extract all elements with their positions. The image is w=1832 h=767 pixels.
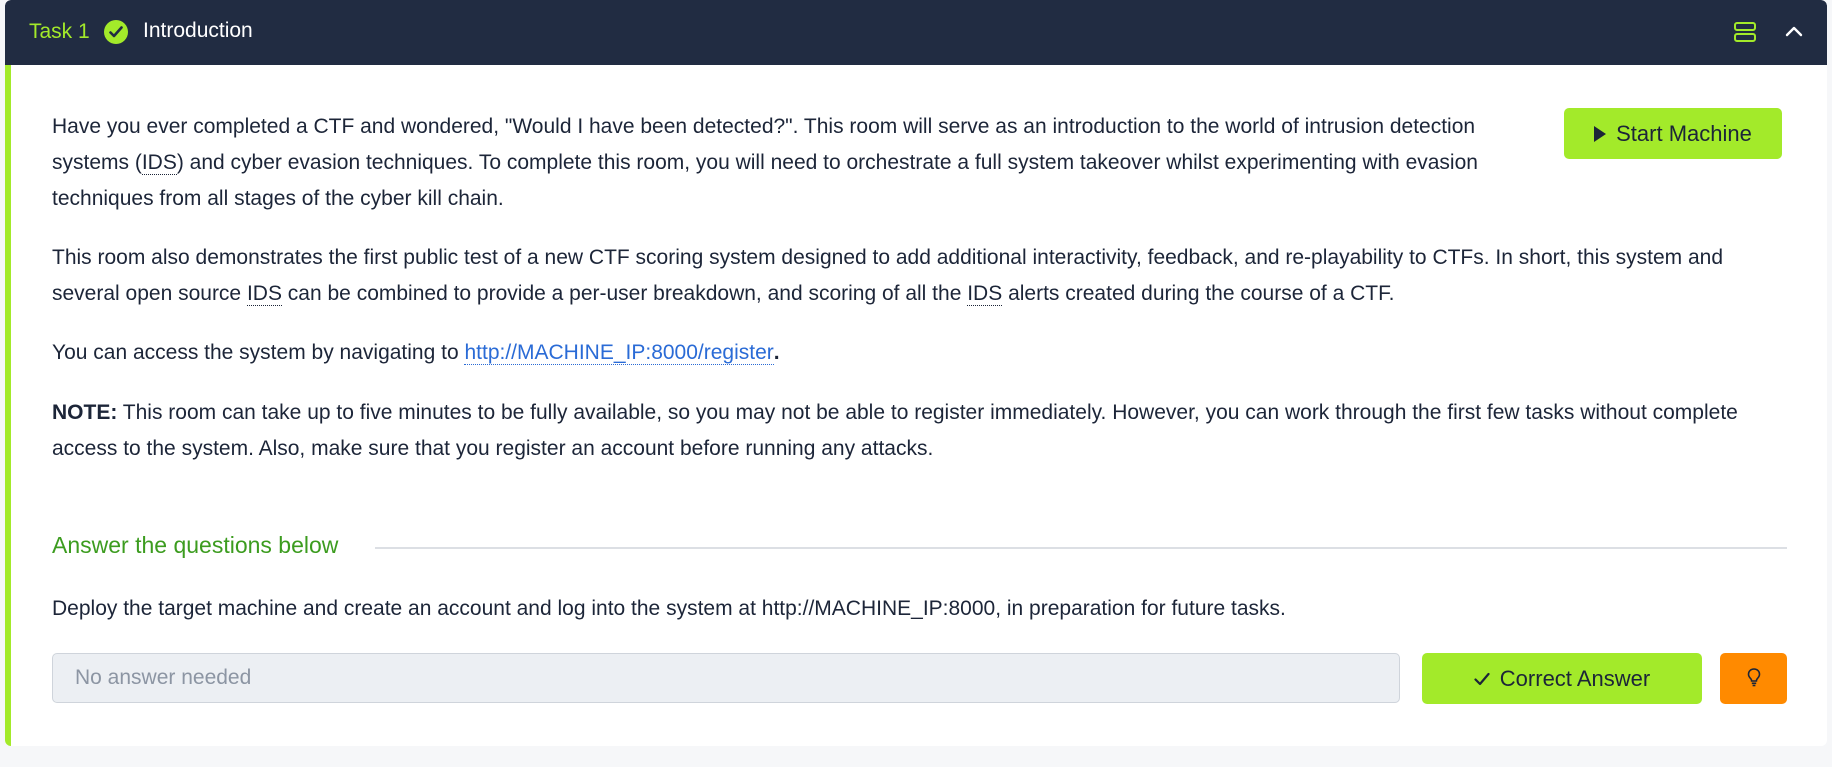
correct-answer-button[interactable]: Correct Answer [1422,653,1702,704]
task-card: Task 1 Introduction Start Machine Have y… [5,0,1827,746]
note-text: This room can take up to five minutes to… [52,401,1738,460]
question-text: Deploy the target machine and create an … [52,597,1286,620]
play-icon [1594,125,1607,142]
section-divider [375,547,1787,549]
ids-abbr: IDS [967,282,1003,306]
check-circle-icon [104,20,128,44]
start-machine-button[interactable]: Start Machine [1564,108,1782,159]
scoring-paragraph: This room also demonstrates the first pu… [52,240,1792,312]
hint-button[interactable] [1720,653,1787,704]
access-paragraph: You can access the system by navigating … [52,335,1792,371]
chevron-up-icon[interactable] [1784,22,1804,47]
note-label: NOTE: [52,401,118,424]
access-text: You can access the system by navigating … [52,341,465,364]
correct-answer-label: Correct Answer [1499,665,1651,691]
note-paragraph: NOTE: This room can take up to five minu… [52,395,1792,467]
questions-section-title: Answer the questions below [52,532,339,558]
register-link[interactable]: http://MACHINE_IP:8000/register [464,341,774,365]
server-icon[interactable] [1733,20,1757,49]
start-machine-label: Start Machine [1616,120,1752,146]
checkmark-icon [1474,666,1490,692]
lightbulb-icon [1746,667,1762,690]
ids-abbr: IDS [141,151,177,175]
ids-abbr: IDS [246,282,282,306]
scoring-text-3: alerts created during the course of a CT… [1002,282,1395,305]
intro-text-2: ) and cyber evasion techniques. To compl… [52,151,1478,210]
task-accent-bar [5,65,11,746]
answer-input[interactable] [52,653,1400,703]
task-title: Introduction [143,19,253,42]
access-end: . [773,341,780,364]
task-number: Task 1 [29,20,90,43]
intro-paragraph: Have you ever completed a CTF and wonder… [52,109,1502,217]
task-header[interactable]: Task 1 Introduction [5,0,1827,65]
scoring-text-2: can be combined to provide a per-user br… [281,282,968,305]
